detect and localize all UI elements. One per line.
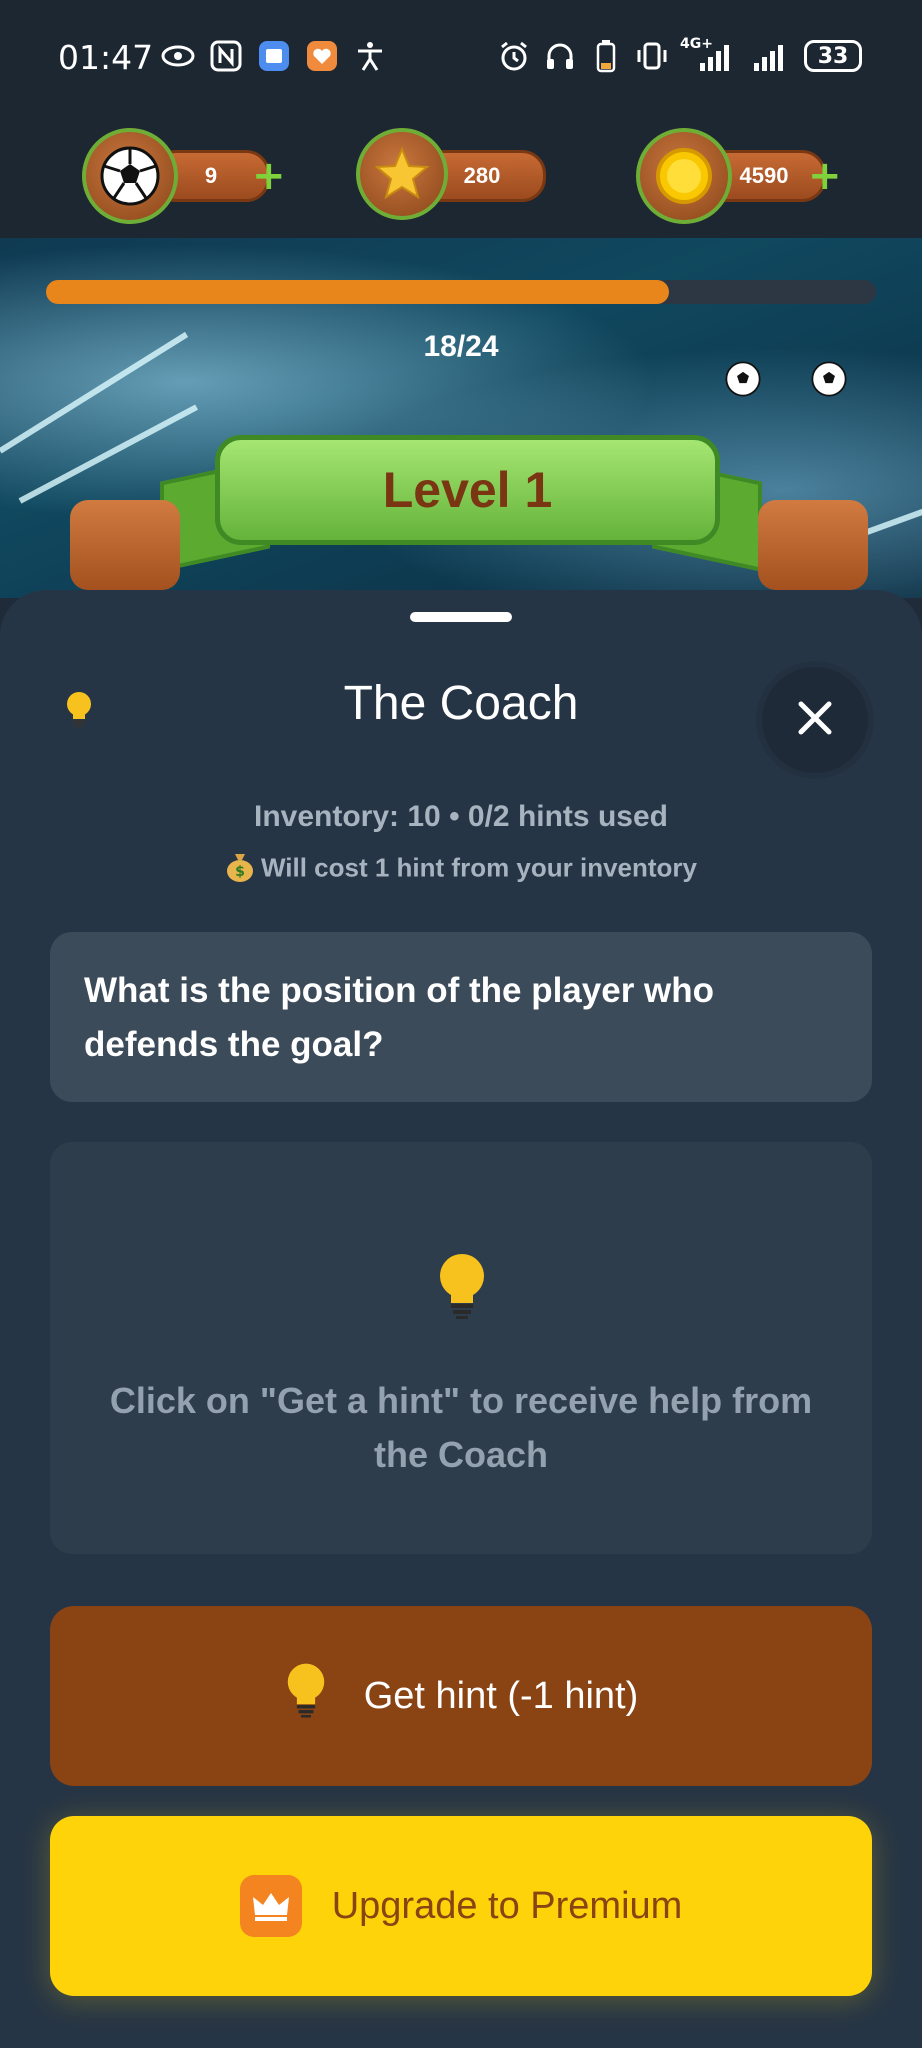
eye-icon [160, 38, 196, 74]
upgrade-premium-button[interactable]: Upgrade to Premium [50, 1816, 872, 1996]
star-icon [356, 128, 448, 220]
soccer-ball-icon [810, 360, 848, 398]
signal-icon: 4G+ [680, 36, 740, 74]
level-progress-text: 18/24 [423, 330, 499, 363]
status-bar: 01:47 4G+ 33 [0, 0, 922, 118]
battery-saver-icon [588, 38, 624, 74]
get-hint-label: Get hint (-1 hint) [363, 1674, 639, 1717]
accessibility-icon [352, 38, 388, 74]
question-card: What is the position of the player who d… [50, 932, 872, 1102]
lightbulb-icon [284, 1662, 328, 1730]
status-icons-left [160, 38, 388, 74]
coin-icon [636, 128, 732, 224]
balls-counter[interactable]: 9 + [82, 128, 292, 226]
add-balls-plus-icon[interactable]: + [252, 156, 286, 196]
soccer-ball-icon [724, 360, 762, 398]
svg-text:$: $ [235, 864, 245, 880]
currency-bar: 9 + 280 4590 + [0, 118, 922, 238]
vibrate-icon [634, 38, 670, 74]
add-coins-plus-icon[interactable]: + [808, 156, 842, 196]
hint-cost-text: Will cost 1 hint from your inventory [260, 852, 698, 883]
get-hint-button[interactable]: Get hint (-1 hint) [50, 1606, 872, 1786]
level-progress-fill [46, 280, 669, 304]
coach-bottom-sheet: The Coach Inventory: 10 • 0/2 hints used… [0, 590, 922, 2048]
hint-placeholder-text: Click on "Get a hint" to receive help fr… [109, 1380, 813, 1475]
nfc-icon [208, 38, 244, 74]
money-bag-icon: $ [225, 850, 255, 889]
soccer-ball-icon [82, 128, 178, 224]
inventory-status: Inventory: 10 • 0/2 hints used [254, 800, 668, 833]
wood-tab-right [758, 500, 868, 590]
headphones-icon [542, 38, 578, 74]
crown-icon [239, 1875, 302, 1937]
status-icons-right: 4G+ 33 [496, 36, 862, 74]
heart-app-icon [304, 38, 340, 74]
battery-indicator: 33 [804, 40, 862, 72]
network-type-label: 4G+ [680, 36, 713, 52]
upgrade-premium-label: Upgrade to Premium [331, 1884, 683, 1927]
close-icon [795, 698, 835, 742]
level-progress-bar [46, 280, 876, 304]
hint-area: Click on "Get a hint" to receive help fr… [50, 1142, 872, 1554]
alarm-icon [496, 38, 532, 74]
stars-counter: 280 [356, 128, 556, 226]
coins-counter[interactable]: 4590 + [636, 128, 846, 226]
lightbulb-icon [436, 1252, 488, 1322]
app-icon [256, 38, 292, 74]
close-button[interactable] [762, 667, 868, 773]
level-title: Level 1 [215, 435, 720, 545]
signal-icon [750, 38, 794, 74]
status-time: 01:47 [58, 38, 154, 77]
wood-tab-left [70, 500, 180, 590]
sheet-drag-handle[interactable] [410, 612, 512, 622]
hint-cost-notice: $ Will cost 1 hint from your inventory [0, 850, 922, 889]
